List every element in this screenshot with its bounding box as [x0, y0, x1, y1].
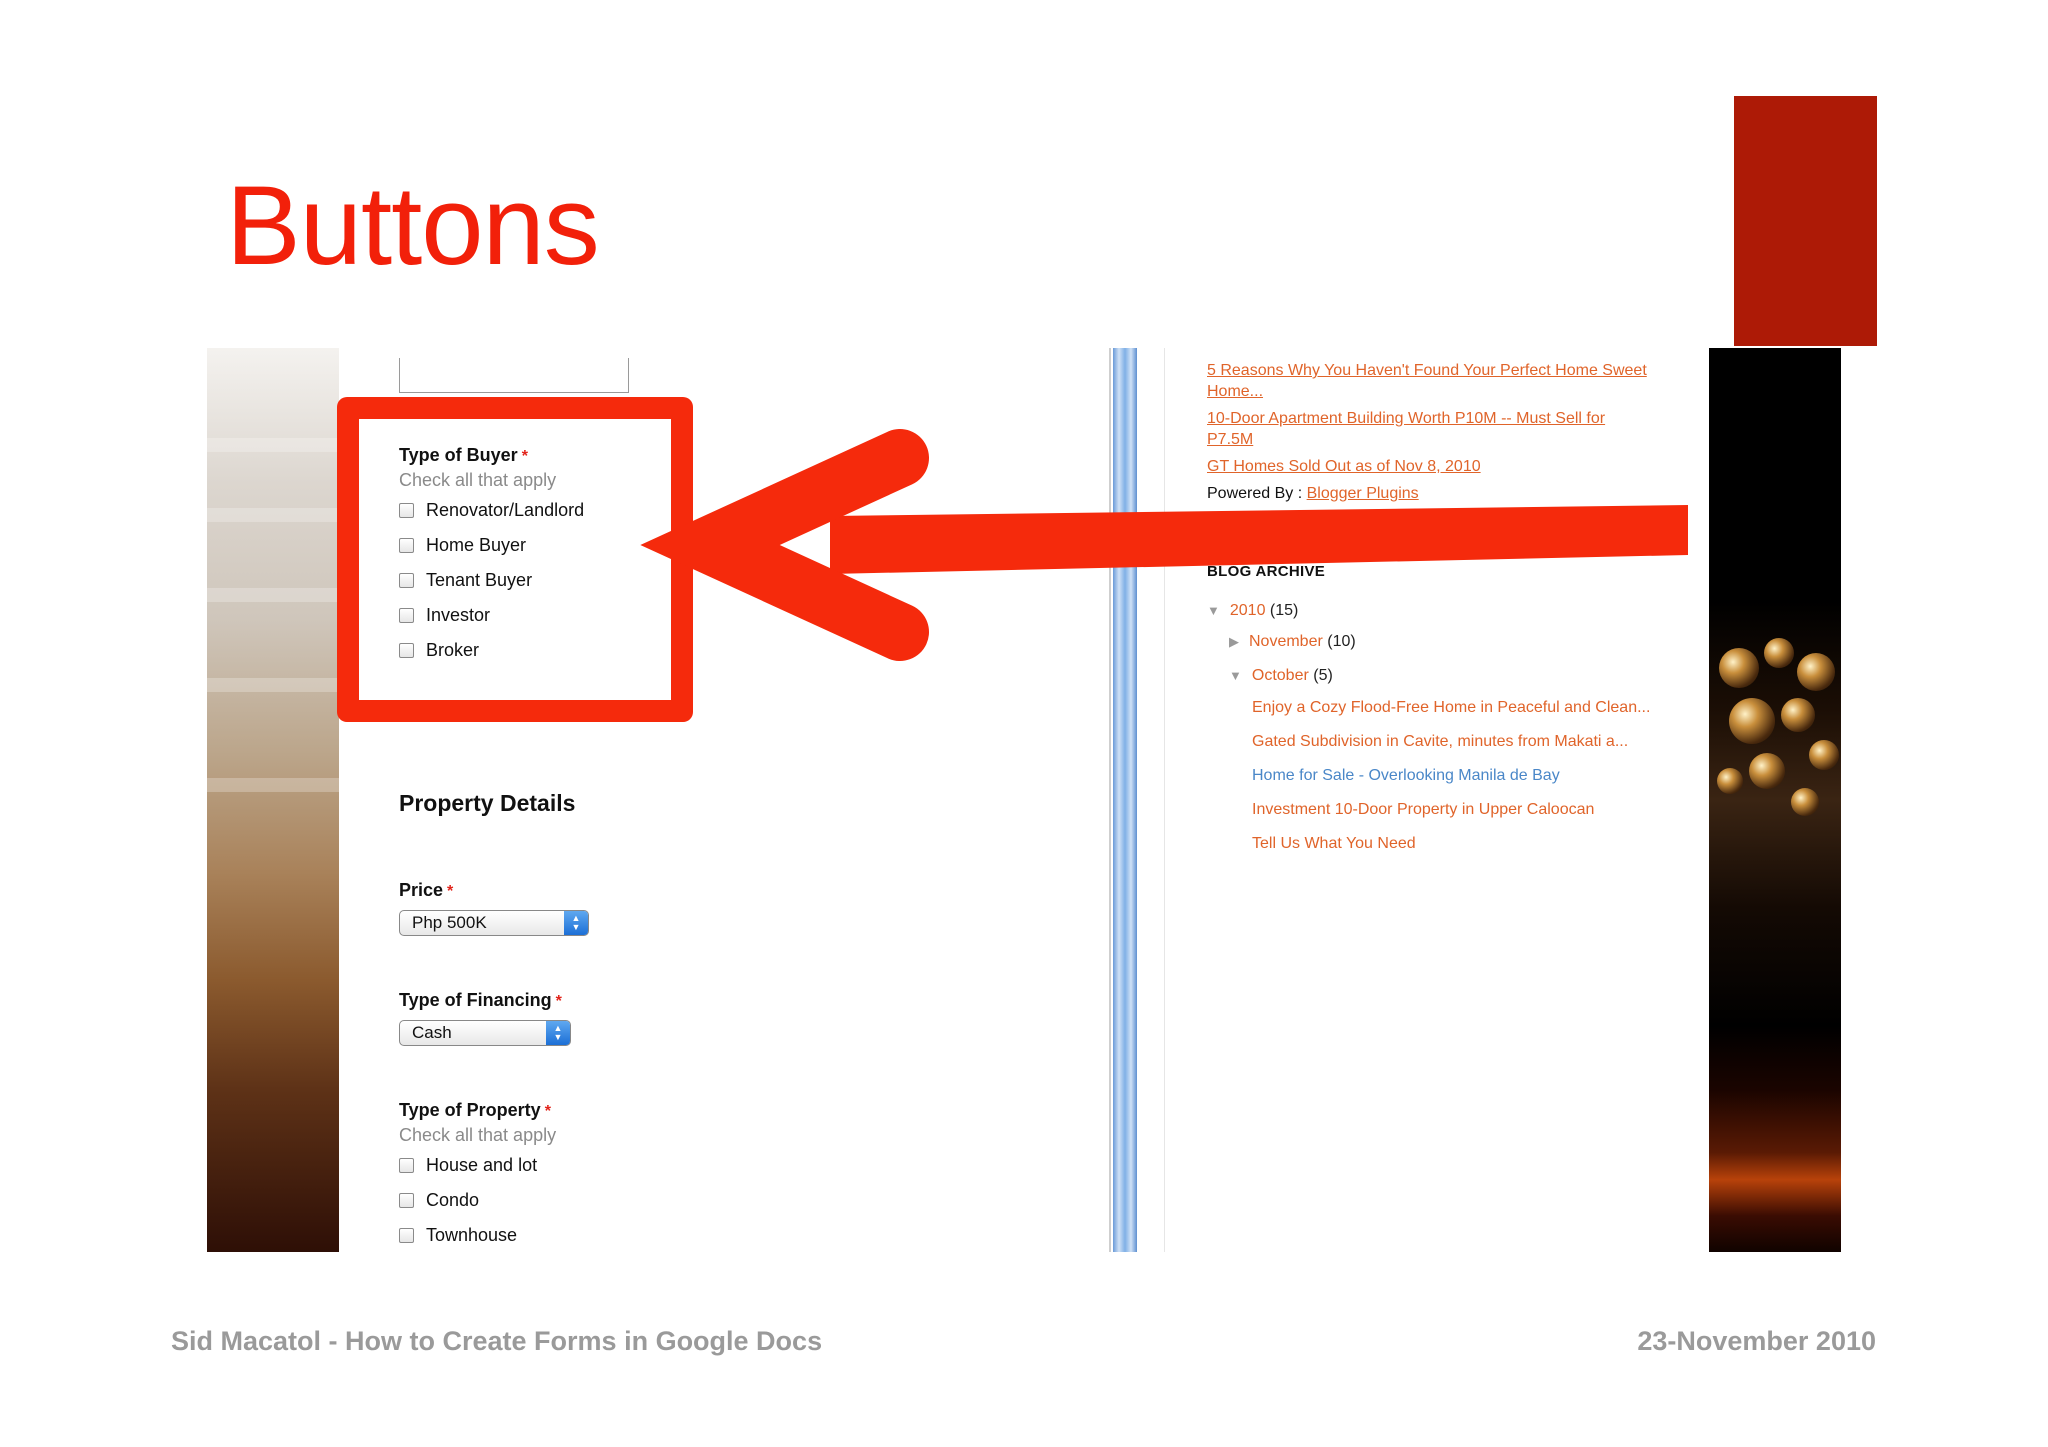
- footer-date: 23-November 2010: [1637, 1326, 1876, 1356]
- footer-presenter-title: Sid Macatol - How to Create Forms in Goo…: [171, 1326, 823, 1356]
- arrow-shaft: [830, 505, 1688, 574]
- red-arrow-icon: [640, 429, 1688, 661]
